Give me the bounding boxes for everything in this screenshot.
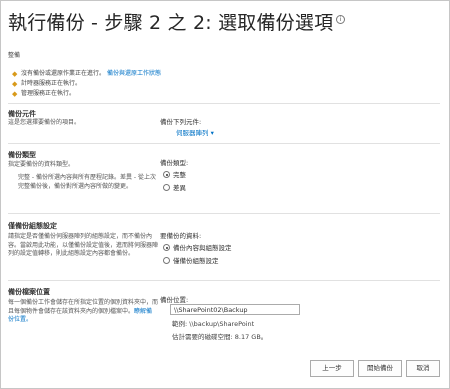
backup-type-label: 備份類型:: [160, 159, 189, 167]
backup-config-heading: 僅備份組態設定: [8, 222, 57, 230]
disk-space-estimate: 估計需要的磁碟空間: 8.17 GB。: [172, 333, 268, 341]
readiness-item-text: 沒有備份或還原作業正在進行。: [21, 70, 106, 77]
radio-unselected-icon: [163, 257, 170, 264]
backup-content-and-config-radio[interactable]: 備份內容與組態設定: [163, 242, 232, 252]
backup-config-description: 請指定是否僅備份伺服器陣列的組態設定，而不備份內容。當啟用此功能，以僅備份設定值…: [8, 233, 159, 257]
backup-type-full-radio[interactable]: 完整: [163, 169, 186, 179]
backup-restore-status-link[interactable]: 備份與還原工作狀態: [107, 70, 161, 77]
start-backup-button[interactable]: 開始備份: [358, 360, 402, 377]
readiness-label: 整備: [8, 52, 21, 59]
readiness-item-backup: ◆ 沒有備份或還原作業正在進行。 備份與還原工作狀態: [12, 68, 161, 78]
backup-location-label: 備份位置:: [160, 296, 189, 304]
backup-type-description: 指定要備份的資料類型。: [8, 161, 75, 168]
backup-config-label: 要備份的資料:: [160, 232, 202, 240]
backup-config-only-radio[interactable]: 僅備份組態設定: [163, 255, 219, 265]
check-warning-icon: ◆: [12, 80, 18, 88]
readiness-item-timer: ◆ 計時器服務正在執行。: [12, 78, 81, 88]
radio-label: 僅備份組態設定: [173, 257, 219, 265]
radio-selected-icon: [163, 171, 170, 178]
back-button[interactable]: 上一步: [310, 360, 354, 377]
backup-component-label: 備份下列元件:: [160, 118, 202, 126]
info-icon[interactable]: i: [336, 15, 345, 24]
radio-selected-icon: [163, 244, 170, 251]
backup-component-description: 這是您選擇要備份的項目。: [8, 119, 81, 126]
cancel-button[interactable]: 取消: [406, 360, 440, 377]
check-warning-icon: ◆: [12, 70, 18, 78]
backup-type-detail: 完整 - 備份所選內容與所有歷程記錄。差異 - 從上次完整備份後，備份對所選內容…: [18, 174, 156, 190]
section-divider: [8, 280, 440, 281]
backup-location-description: 每一個備份工作會儲存在所指定位置的個別資料夾中，而且每個物件會儲存在該資料夾內的…: [8, 299, 158, 325]
radio-unselected-icon: [163, 184, 170, 191]
backup-type-heading: 備份類型: [8, 151, 36, 159]
radio-label: 完整: [173, 171, 186, 179]
backup-component-value: 伺服器陣列: [176, 129, 209, 137]
readiness-item-admin: ◆ 管理服務正在執行。: [12, 88, 75, 98]
page-title: 執行備份 - 步驟 2 之 2: 選取備份選項: [8, 12, 334, 34]
radio-label: 差異: [173, 184, 186, 192]
radio-label: 備份內容與組態設定: [173, 244, 232, 252]
backup-location-input[interactable]: [170, 304, 300, 315]
section-divider: [8, 103, 440, 104]
readiness-item-text: 計時器服務正在執行。: [21, 80, 82, 87]
section-divider: [8, 143, 440, 144]
backup-component-heading: 備份元件: [8, 110, 36, 118]
backup-type-differential-radio[interactable]: 差異: [163, 182, 186, 192]
backup-location-example: 範例: \\backup\SharePoint: [172, 320, 255, 328]
check-warning-icon: ◆: [12, 90, 18, 98]
backup-component-dropdown[interactable]: 伺服器陣列 ▾: [176, 127, 214, 137]
backup-location-heading: 備份檔案位置: [8, 288, 50, 296]
chevron-down-icon: ▾: [210, 129, 214, 137]
section-divider: [8, 213, 440, 214]
readiness-item-text: 管理服務正在執行。: [21, 90, 76, 97]
